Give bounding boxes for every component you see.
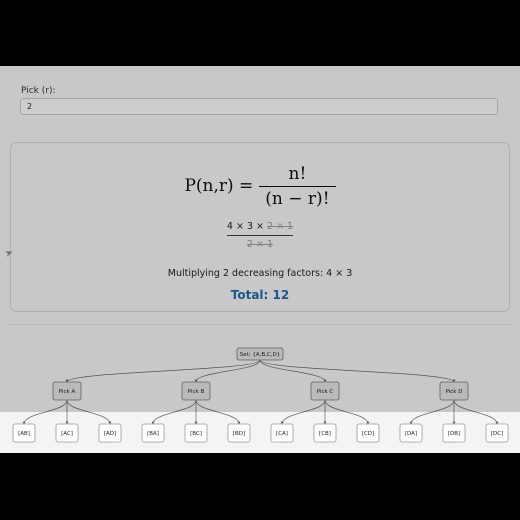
tree-branch-node: Pick A	[52, 381, 82, 401]
tree-branch-node: Pick D	[439, 381, 469, 401]
tree-leaf-node: [CD]	[356, 423, 380, 443]
tree-leaf-node: [BD]	[227, 423, 251, 443]
tree-leaf-node-label: [DB]	[448, 431, 460, 437]
tree-root-node: Set: {A,B,C,D}	[236, 347, 284, 361]
tree-edge	[195, 399, 241, 425]
app-frame: Pick (r): P(n,r) = n! (n − r)! 4 × 3 × 2…	[0, 66, 520, 453]
tree-leaf-node-label: [CD]	[362, 431, 374, 437]
tree-edge	[453, 399, 499, 425]
tree-leaf-node-label: [BD]	[233, 431, 245, 437]
tree-leaf-node-label: [AD]	[104, 431, 116, 437]
permutation-tree: Set: {A,B,C,D} Pick A [AB] [AC] [AD] Pick B [B…	[12, 347, 509, 443]
tree-leaf-node-label: [BC]	[190, 431, 202, 437]
tree-branch-node-label: Pick C	[317, 389, 334, 395]
tree-leaf-node-label: [CB]	[319, 431, 331, 437]
tree-leaf-node-label: [AC]	[61, 431, 73, 437]
tree-leaf-node: [DA]	[399, 423, 423, 443]
tree-leaf-node: [AC]	[55, 423, 79, 443]
tree-branch-node-label: Pick D	[446, 389, 463, 395]
tree-leaf-node: [BC]	[184, 423, 208, 443]
tree-leaf-node: [DB]	[442, 423, 466, 443]
tree-branch-node: Pick C	[310, 381, 340, 401]
tree-edge	[65, 359, 261, 383]
tree-edge	[194, 359, 261, 383]
tree-root-node-label: Set: {A,B,C,D}	[240, 352, 281, 358]
tree-leaf-node-label: [BA]	[147, 431, 159, 437]
tree-leaf-node: [AB]	[12, 423, 36, 443]
tree-edge	[66, 399, 112, 425]
tree-edge	[22, 399, 68, 425]
tree-branch-node: Pick B	[181, 381, 211, 401]
tree-edge	[324, 399, 370, 425]
tree-leaf-node: [DC]	[485, 423, 509, 443]
tree-leaf-node-label: [DA]	[405, 431, 417, 437]
tree-branch-node-label: Pick B	[188, 389, 205, 395]
tree-leaf-node-label: [DC]	[491, 431, 503, 437]
tree-edge	[280, 399, 326, 425]
tree-leaf-node: [CB]	[313, 423, 337, 443]
tree-leaf-node: [CA]	[270, 423, 294, 443]
tree-edge	[259, 359, 327, 383]
tree-edge	[409, 399, 455, 425]
tree-edge	[151, 399, 197, 425]
tree-leaf-node: [BA]	[141, 423, 165, 443]
tree-edge	[259, 359, 456, 383]
tree-leaf-node-label: [AB]	[18, 431, 30, 437]
tree-leaf-node: [AD]	[98, 423, 122, 443]
tree-leaf-node-label: [CA]	[276, 431, 288, 437]
tree-branch-node-label: Pick A	[59, 389, 76, 395]
